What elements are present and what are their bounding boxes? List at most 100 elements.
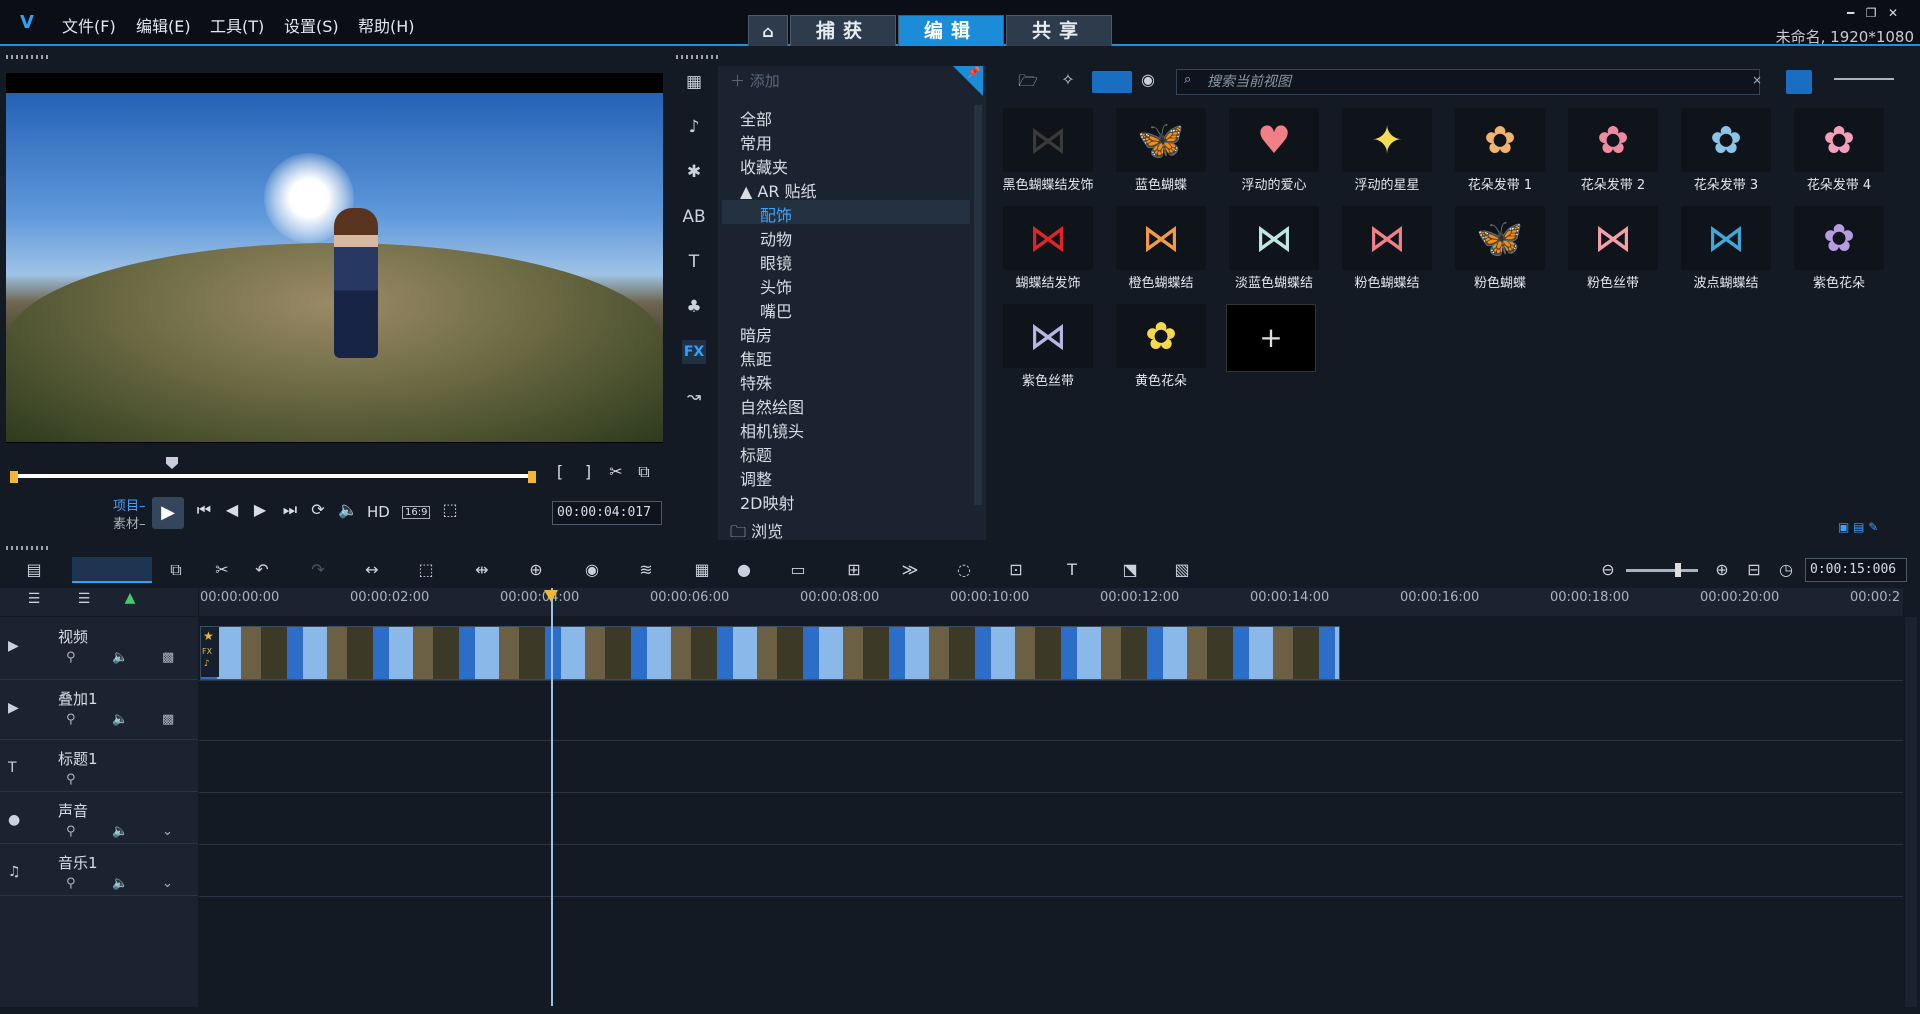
track-mute-icon[interactable]: 🔈 bbox=[112, 876, 128, 891]
add-category-button[interactable]: ＋ 添加 bbox=[730, 70, 780, 91]
fit-timeline-icon[interactable]: ↔ bbox=[360, 560, 384, 582]
tree-item[interactable]: 自然绘图 bbox=[740, 394, 804, 418]
track-manager-icon[interactable]: ⊕ bbox=[524, 560, 548, 582]
split-clip-icon[interactable]: ✂ bbox=[604, 462, 628, 486]
tree-scrollbar[interactable] bbox=[974, 105, 982, 505]
trim-start-marker[interactable] bbox=[10, 471, 18, 483]
browse-button[interactable]: 🗀 浏览 bbox=[730, 518, 783, 548]
effect-tile[interactable]: ⋈ 黑色蝴蝶结发饰 bbox=[993, 100, 1103, 196]
tools-icon[interactable]: ✂ bbox=[210, 560, 234, 582]
timeline-view-button[interactable] bbox=[72, 557, 152, 583]
link-icon[interactable]: ⚲ bbox=[66, 712, 76, 727]
3d-title-icon[interactable]: T bbox=[1060, 560, 1084, 582]
effect-tile[interactable]: ✿ 紫色花朵 bbox=[1784, 198, 1894, 294]
close-icon[interactable]: ✕ bbox=[1888, 6, 1898, 20]
storyboard-view-icon[interactable]: ▤ bbox=[22, 560, 46, 582]
mark-out-icon[interactable]: ] bbox=[576, 462, 600, 486]
project-duration[interactable]: 0:00:15:006 bbox=[1805, 558, 1907, 582]
track-header[interactable] bbox=[0, 680, 198, 740]
track-mute-icon[interactable]: 🔈 bbox=[112, 824, 128, 839]
expand-icon[interactable]: ⌄ bbox=[162, 824, 173, 839]
undo-icon[interactable]: ↶ bbox=[250, 560, 274, 582]
tree-item[interactable]: 眼镜 bbox=[760, 250, 792, 274]
hd-toggle[interactable]: HD bbox=[367, 503, 390, 521]
effect-tile[interactable]: ✿ 花朵发带 4 bbox=[1784, 100, 1894, 196]
zoom-out-icon[interactable]: ⊖ bbox=[1596, 560, 1620, 582]
layout-toggle-icons[interactable]: ▣ ▤ ✎ bbox=[1838, 520, 1878, 534]
tree-item[interactable]: 相机镜头 bbox=[740, 418, 804, 442]
panel-grip-library[interactable] bbox=[676, 55, 718, 59]
add-track-icon[interactable]: ▲ bbox=[118, 590, 142, 612]
link-icon[interactable]: ⚲ bbox=[66, 876, 76, 891]
favorite-add-icon[interactable]: ✧ bbox=[1056, 70, 1080, 92]
cut-clip-icon[interactable]: ⧉ bbox=[164, 560, 188, 582]
effect-tile[interactable]: ✿ 花朵发带 3 bbox=[1671, 100, 1781, 196]
track-list-icon[interactable]: ☰ bbox=[22, 591, 46, 613]
crop-icon[interactable]: ⬚ bbox=[414, 560, 438, 582]
mask-icon[interactable]: ● bbox=[732, 560, 756, 582]
scrub-handle[interactable] bbox=[166, 457, 178, 469]
tree-item[interactable]: 调整 bbox=[740, 466, 772, 490]
tree-item[interactable]: 动物 bbox=[760, 226, 792, 250]
thumbnail-size-slider[interactable] bbox=[1834, 78, 1894, 80]
panel-grip[interactable] bbox=[6, 55, 48, 59]
trim-end-marker[interactable] bbox=[528, 471, 536, 483]
link-icon[interactable]: ⚲ bbox=[66, 772, 76, 787]
split-screen-icon[interactable]: ⇹ bbox=[470, 560, 494, 582]
title-icon[interactable]: T bbox=[682, 250, 706, 274]
tree-item[interactable]: 嘴巴 bbox=[760, 298, 792, 322]
effect-tile[interactable]: ⋈ 粉色蝴蝶结 bbox=[1332, 198, 1442, 294]
effect-tile[interactable]: ✿ 黄色花朵 bbox=[1106, 296, 1216, 392]
video-clip[interactable] bbox=[200, 626, 1340, 680]
menu-file[interactable]: 文件(F) bbox=[62, 13, 116, 37]
color-grading-icon[interactable]: ⬔ bbox=[1118, 560, 1142, 582]
link-icon[interactable]: ⚲ bbox=[66, 824, 76, 839]
zoom-slider-handle[interactable] bbox=[1675, 563, 1681, 577]
menu-edit[interactable]: 编辑(E) bbox=[136, 13, 191, 37]
scrub-bar[interactable] bbox=[12, 474, 534, 478]
repeat-icon[interactable]: ⟳ bbox=[306, 500, 330, 524]
mark-in-icon[interactable]: [ bbox=[548, 462, 572, 486]
mode-project[interactable]: 项目– bbox=[113, 495, 146, 514]
timeline-vertical-scrollbar[interactable] bbox=[1905, 617, 1917, 1007]
effect-tile[interactable]: ⋈ 淡蓝色蝴蝶结 bbox=[1219, 198, 1329, 294]
track-mute-icon[interactable]: 🔈 bbox=[112, 712, 128, 727]
effect-tile[interactable]: ⋈ 紫色丝带 bbox=[993, 296, 1103, 392]
tree-item[interactable]: 全部 bbox=[740, 106, 772, 130]
effect-tile[interactable]: ⋈ 蝴蝶结发饰 bbox=[993, 198, 1103, 294]
tab-edit[interactable]: 编辑 bbox=[898, 15, 1004, 46]
timeline-ruler[interactable] bbox=[199, 588, 1903, 616]
record-icon[interactable]: ◉ bbox=[580, 560, 604, 582]
multi-cam-icon[interactable]: ⊞ bbox=[842, 560, 866, 582]
mode-clip[interactable]: 素材– bbox=[113, 513, 146, 532]
volume-icon[interactable]: 🔈 bbox=[336, 500, 360, 524]
minimize-icon[interactable]: ━ bbox=[1847, 6, 1854, 20]
tree-item[interactable]: 焦距 bbox=[740, 346, 772, 370]
tree-item[interactable]: 配饰 bbox=[760, 202, 792, 226]
effect-tile[interactable]: ⋈ 波点蝴蝶结 bbox=[1671, 198, 1781, 294]
link-icon[interactable]: ⚲ bbox=[66, 650, 76, 665]
timecode-display[interactable]: 00:00:04:017 bbox=[552, 501, 662, 525]
tab-share[interactable]: 共享 bbox=[1006, 15, 1112, 46]
menu-tools[interactable]: 工具(T) bbox=[210, 13, 264, 37]
effect-tile[interactable]: ✦ 浮动的星星 bbox=[1332, 100, 1442, 196]
film-icon[interactable]: ▦ bbox=[690, 560, 714, 582]
audio-icon[interactable]: ♪ bbox=[682, 115, 706, 139]
menu-settings[interactable]: 设置(S) bbox=[284, 13, 339, 37]
thumbnail-view-toggle[interactable] bbox=[1786, 70, 1812, 94]
speed-icon[interactable]: ▧ bbox=[1170, 560, 1194, 582]
enlarge-preview-icon[interactable]: ⧉ bbox=[632, 462, 656, 486]
zoom-in-icon[interactable]: ⊕ bbox=[1710, 560, 1734, 582]
sound-mixer-icon[interactable]: ≋ bbox=[634, 560, 658, 582]
zoom-slider[interactable] bbox=[1626, 569, 1698, 572]
tree-item[interactable]: 收藏夹 bbox=[740, 154, 788, 178]
track-options-icon[interactable]: ☰ bbox=[72, 591, 96, 613]
home-tab[interactable]: ⌂ bbox=[748, 15, 788, 46]
ripple-edit-icon[interactable]: ▩ bbox=[162, 712, 174, 727]
effect-tile[interactable]: ⋈ 粉色丝带 bbox=[1558, 198, 1668, 294]
ripple-edit-icon[interactable]: ▩ bbox=[162, 650, 174, 665]
prev-frame-icon[interactable]: ◀ bbox=[220, 500, 244, 524]
play-button[interactable]: ▶ bbox=[152, 497, 184, 529]
view-video-filter-toggle[interactable] bbox=[1092, 71, 1132, 93]
tracking-icon[interactable]: ⊡ bbox=[1004, 560, 1028, 582]
